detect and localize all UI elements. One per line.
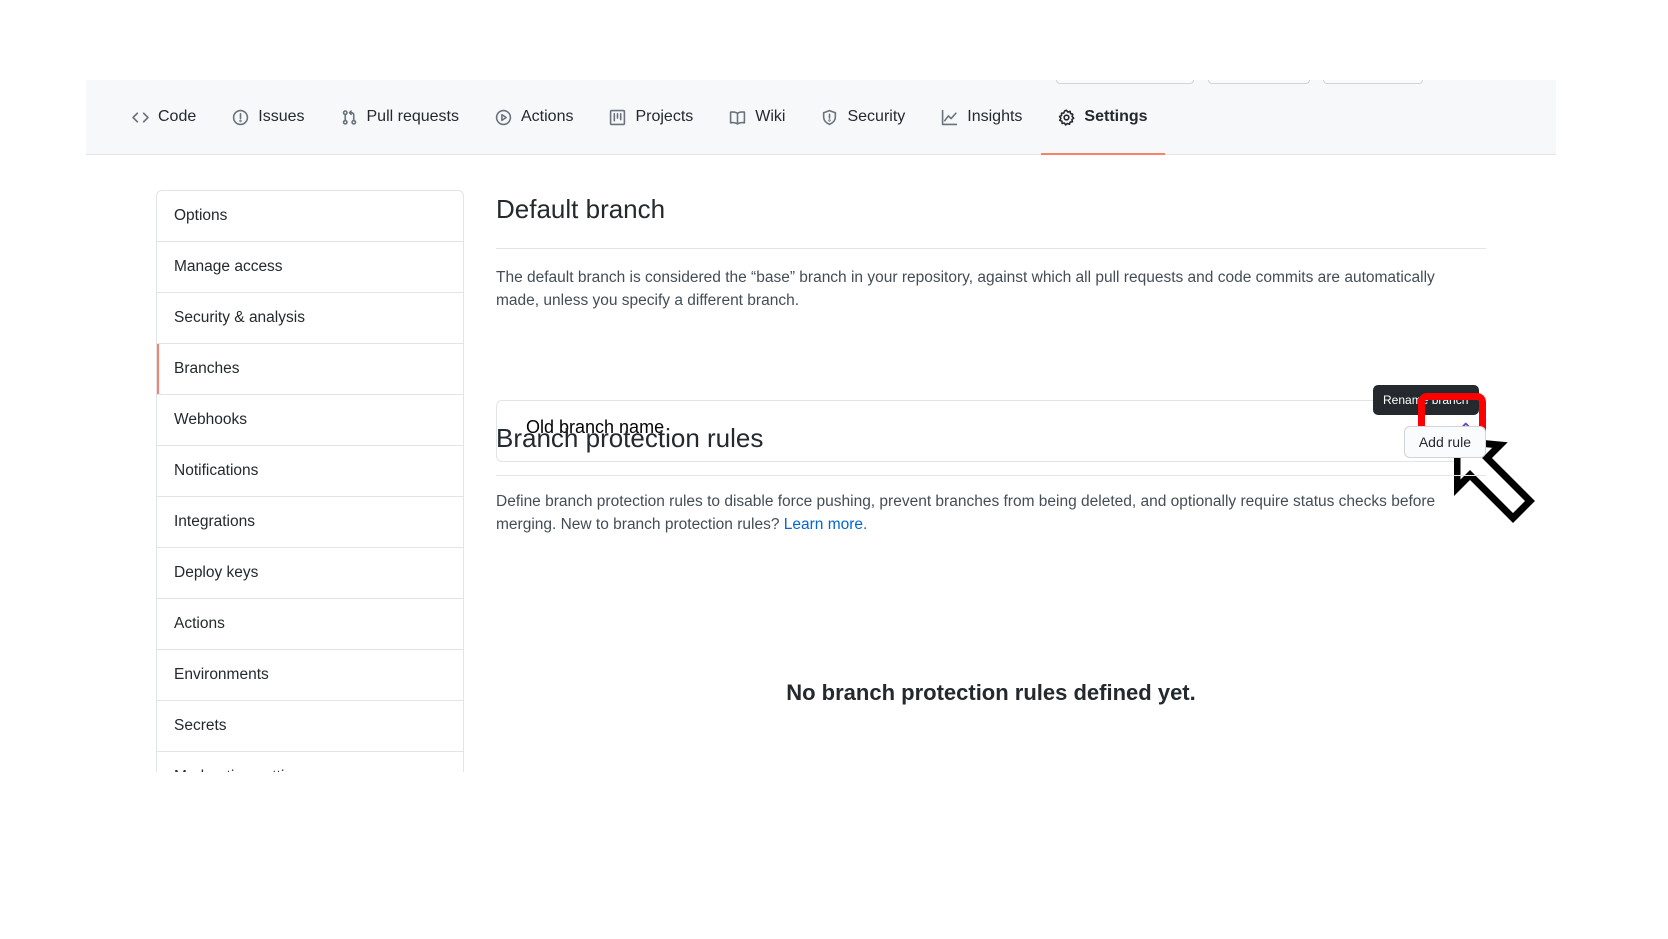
sidebar-item-manage-access[interactable]: Manage access bbox=[157, 241, 463, 292]
default-branch-description: The default branch is considered the “ba… bbox=[496, 269, 1435, 309]
branch-protection-description-text: Define branch protection rules to disabl… bbox=[496, 493, 1436, 533]
tab-pull-requests[interactable]: Pull requests bbox=[341, 80, 460, 154]
github-settings-screenshot: Code Issues Pull requests Actions Projec… bbox=[86, 80, 1556, 772]
tab-insights[interactable]: Insights bbox=[941, 80, 1022, 154]
tab-issues[interactable]: Issues bbox=[232, 80, 305, 154]
sidebar-item-options[interactable]: Options bbox=[157, 191, 463, 241]
branch-protection-header: Branch protection rules Add rule bbox=[496, 413, 1486, 476]
sidebar-item-environments[interactable]: Environments bbox=[157, 649, 463, 700]
learn-more-link[interactable]: Learn more. bbox=[784, 516, 868, 533]
tab-label: Issues bbox=[258, 108, 305, 125]
sidebar-item-actions[interactable]: Actions bbox=[157, 598, 463, 649]
tab-label: Settings bbox=[1084, 108, 1148, 125]
shield-icon bbox=[823, 109, 837, 125]
pull-request-icon bbox=[342, 109, 356, 125]
gear-icon bbox=[1059, 108, 1075, 126]
branch-protection-description: Define branch protection rules to disabl… bbox=[496, 490, 1436, 536]
sidebar-item-moderation-settings[interactable]: Moderation settings bbox=[157, 751, 463, 772]
rename-branch-tooltip: Rename branch bbox=[1373, 385, 1479, 415]
tab-label: Projects bbox=[635, 108, 694, 125]
graph-icon bbox=[942, 109, 958, 125]
tab-label: Wiki bbox=[755, 108, 786, 125]
add-rule-button[interactable]: Add rule bbox=[1403, 426, 1486, 458]
tab-settings[interactable]: Settings bbox=[1041, 80, 1165, 155]
code-icon bbox=[132, 111, 149, 123]
sidebar-item-webhooks[interactable]: Webhooks bbox=[157, 394, 463, 445]
tab-label: Actions bbox=[521, 108, 574, 125]
tab-label: Code bbox=[158, 108, 197, 125]
settings-main: Default branch The default branch is con… bbox=[496, 190, 1535, 705]
repo-header: Code Issues Pull requests Actions Projec… bbox=[86, 80, 1556, 155]
sidebar-item-notifications[interactable]: Notifications bbox=[157, 445, 463, 496]
tab-label: Security bbox=[847, 108, 906, 125]
tab-projects[interactable]: Projects bbox=[609, 80, 693, 154]
empty-rules-message: No branch protection rules defined yet. bbox=[786, 680, 1196, 705]
header-button-fragment[interactable] bbox=[1323, 80, 1423, 84]
book-icon bbox=[730, 110, 746, 125]
default-branch-title: Default branch bbox=[496, 194, 666, 224]
tab-label: Pull requests bbox=[366, 108, 460, 125]
tab-wiki[interactable]: Wiki bbox=[729, 80, 785, 154]
sidebar-item-deploy-keys[interactable]: Deploy keys bbox=[157, 547, 463, 598]
play-icon bbox=[495, 109, 512, 125]
tab-code[interactable]: Code bbox=[132, 80, 196, 154]
sidebar-item-security-analysis[interactable]: Security & analysis bbox=[157, 292, 463, 343]
branch-protection-title: Branch protection rules bbox=[496, 423, 764, 453]
header-button-fragment[interactable] bbox=[1208, 80, 1310, 84]
settings-sidebar: Options Manage access Security & analysi… bbox=[156, 190, 464, 772]
default-branch-header: Default branch bbox=[496, 190, 1486, 249]
sidebar-item-integrations[interactable]: Integrations bbox=[157, 496, 463, 547]
sidebar-item-branches[interactable]: Branches bbox=[157, 343, 463, 394]
sidebar-item-secrets[interactable]: Secrets bbox=[157, 700, 463, 751]
issue-icon bbox=[233, 109, 249, 125]
default-branch-section: Default branch The default branch is con… bbox=[496, 190, 1535, 523]
tab-security[interactable]: Security bbox=[821, 80, 905, 154]
repo-nav-tabs: Code Issues Pull requests Actions Projec… bbox=[132, 80, 1184, 155]
branch-protection-section: Branch protection rules Add rule Define … bbox=[496, 413, 1486, 533]
project-icon bbox=[610, 109, 626, 125]
tab-actions[interactable]: Actions bbox=[495, 80, 573, 154]
tab-label: Insights bbox=[967, 108, 1023, 125]
